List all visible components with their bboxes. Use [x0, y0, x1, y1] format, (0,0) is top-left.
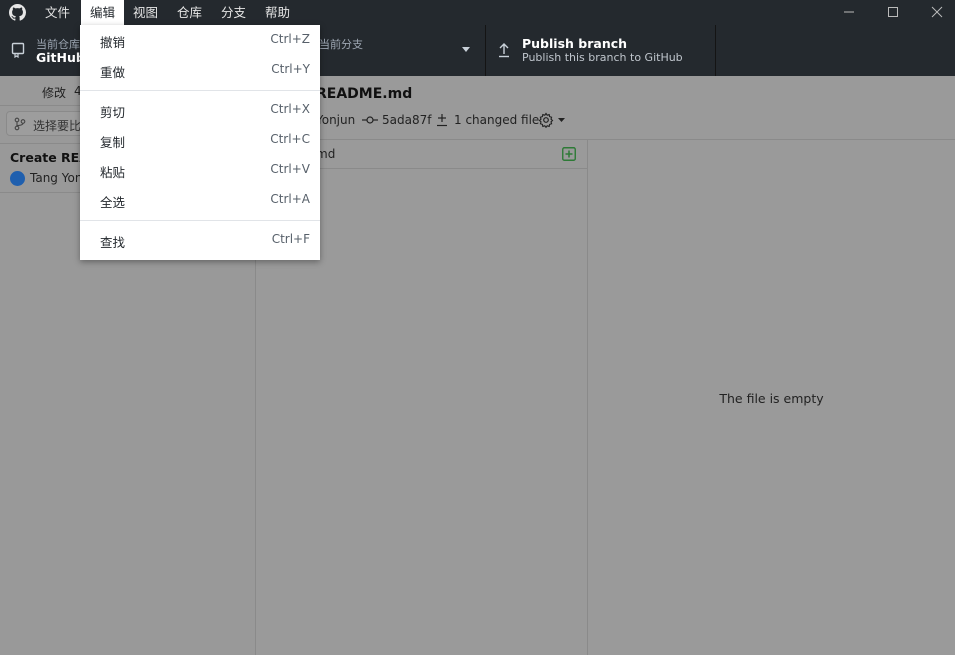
menu-item-find[interactable]: 查找 Ctrl+F [80, 225, 320, 255]
diff-view: The file is empty [588, 140, 955, 655]
commit-detail-author: Yonjun [316, 113, 356, 127]
commit-icon [362, 116, 378, 124]
menu-item-shortcut: Ctrl+Y [271, 62, 310, 76]
menu-item-undo[interactable]: 撤销 Ctrl+Z [80, 25, 320, 55]
menu-item-select-all[interactable]: 全选 Ctrl+A [80, 185, 320, 215]
upload-icon [499, 43, 509, 58]
menu-item-shortcut: Ctrl+X [270, 102, 310, 116]
commit-summary-header: README.md Yonjun 5ada87f 1 changed file [256, 76, 955, 140]
menu-view[interactable]: 视图 [124, 0, 167, 25]
menu-item-cut[interactable]: 剪切 Ctrl+X [80, 95, 320, 125]
publish-branch-button[interactable]: Publish branch Publish this branch to Gi… [486, 25, 716, 76]
github-logo-icon [9, 4, 26, 21]
close-icon [931, 6, 943, 18]
file-added-icon [562, 147, 576, 161]
menu-item-label: 粘贴 [100, 165, 126, 180]
menu-separator [80, 90, 320, 91]
menu-item-paste[interactable]: 粘贴 Ctrl+V [80, 155, 320, 185]
title-bar: 文件 编辑 视图 仓库 分支 帮助 [0, 0, 955, 25]
menu-repository[interactable]: 仓库 [168, 0, 211, 25]
caret-down-icon [558, 118, 565, 122]
empty-file-message: The file is empty [719, 391, 824, 406]
branch-icon [14, 117, 26, 131]
menu-item-copy[interactable]: 复制 Ctrl+C [80, 125, 320, 155]
menu-item-label: 复制 [100, 135, 126, 150]
menu-item-label: 剪切 [100, 105, 126, 120]
menu-item-shortcut: Ctrl+A [270, 192, 310, 206]
publish-description: Publish this branch to GitHub [522, 51, 683, 64]
repository-name: GitHub [36, 50, 85, 65]
menu-file[interactable]: 文件 [36, 0, 79, 25]
diff-icon [437, 114, 447, 127]
commit-detail-title: README.md [316, 86, 413, 102]
menu-item-shortcut: Ctrl+V [270, 162, 310, 176]
menu-separator [80, 220, 320, 221]
branch-title: 当前分支 [319, 38, 363, 51]
chevron-down-icon [462, 47, 470, 52]
menu-item-shortcut: Ctrl+Z [270, 32, 310, 46]
maximize-icon [888, 7, 898, 17]
menu-item-redo[interactable]: 重做 Ctrl+Y [80, 55, 320, 85]
menu-item-label: 全选 [100, 195, 126, 210]
menu-item-label: 重做 [100, 65, 126, 80]
menu-edit[interactable]: 编辑 [81, 0, 125, 25]
edit-menu-dropdown: 撤销 Ctrl+Z 重做 Ctrl+Y 剪切 Ctrl+X 复制 Ctrl+C … [80, 25, 320, 260]
tab-changes[interactable]: 修改 [42, 84, 66, 101]
publish-label: Publish branch [522, 36, 628, 51]
menu-help[interactable]: 帮助 [256, 0, 299, 25]
menu-item-shortcut: Ctrl+C [270, 132, 310, 146]
commit-sha[interactable]: 5ada87f [382, 113, 431, 127]
gear-icon[interactable] [538, 112, 554, 128]
menu-item-label: 撤销 [100, 35, 126, 50]
menu-item-shortcut: Ctrl+F [271, 232, 310, 246]
menu-branch[interactable]: 分支 [212, 0, 255, 25]
close-button[interactable] [914, 0, 955, 25]
branch-select-placeholder: 选择要比 [33, 119, 82, 133]
menu-item-label: 查找 [100, 235, 126, 250]
commit-author: Tang Yonj [30, 171, 86, 185]
changed-files-count: 1 changed file [454, 113, 540, 127]
repo-icon [11, 42, 25, 58]
maximize-button[interactable] [870, 0, 916, 25]
avatar [10, 171, 25, 186]
minimize-icon [844, 11, 854, 13]
minimize-button[interactable] [826, 0, 872, 25]
